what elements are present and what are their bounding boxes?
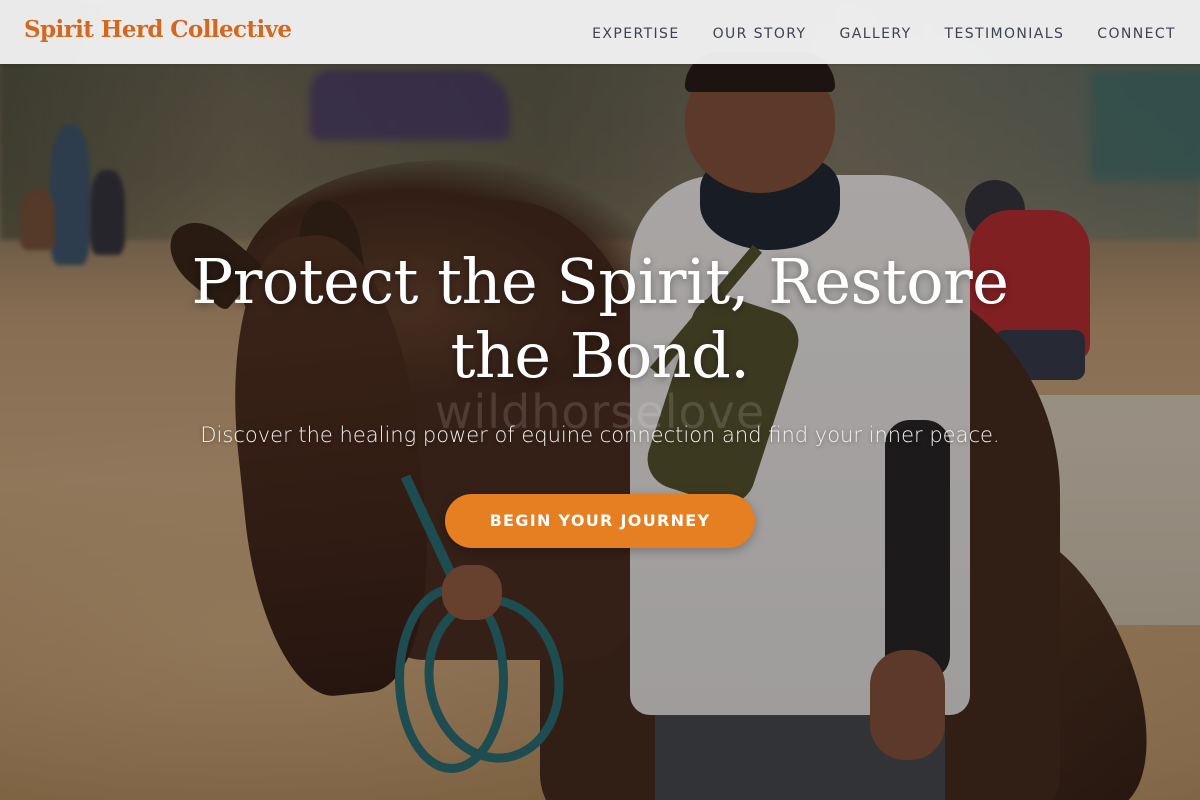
nav-item-expertise: EXPERTISE <box>592 23 679 42</box>
nav-item-connect: CONNECT <box>1097 23 1176 42</box>
nav-item-testimonials: TESTIMONIALS <box>945 23 1065 42</box>
hero-title: Protect the Spirit, Restore the Bond. <box>191 245 1009 392</box>
brand-logo-link[interactable]: Spirit Herd Collective <box>24 16 292 43</box>
nav-link-connect[interactable]: CONNECT <box>1097 26 1176 42</box>
site-header: Spirit Herd Collective EXPERTISE OUR STO… <box>0 0 1200 64</box>
main-nav: EXPERTISE OUR STORY GALLERY TESTIMONIALS… <box>592 0 1176 64</box>
nav-link-gallery[interactable]: GALLERY <box>839 26 911 42</box>
hero-subtitle: Discover the healing power of equine con… <box>200 423 1000 447</box>
nav-item-our-story: OUR STORY <box>713 23 807 42</box>
begin-journey-button[interactable]: BEGIN YOUR JOURNEY <box>445 494 755 548</box>
landing-page: Spirit Herd Collective EXPERTISE OUR STO… <box>0 0 1200 800</box>
hero-section: wildhorselove Protect the Spirit, Restor… <box>0 245 1200 548</box>
nav-item-gallery: GALLERY <box>839 23 911 42</box>
nav-link-expertise[interactable]: EXPERTISE <box>592 26 679 42</box>
nav-link-our-story[interactable]: OUR STORY <box>713 26 807 42</box>
nav-link-testimonials[interactable]: TESTIMONIALS <box>945 26 1065 42</box>
